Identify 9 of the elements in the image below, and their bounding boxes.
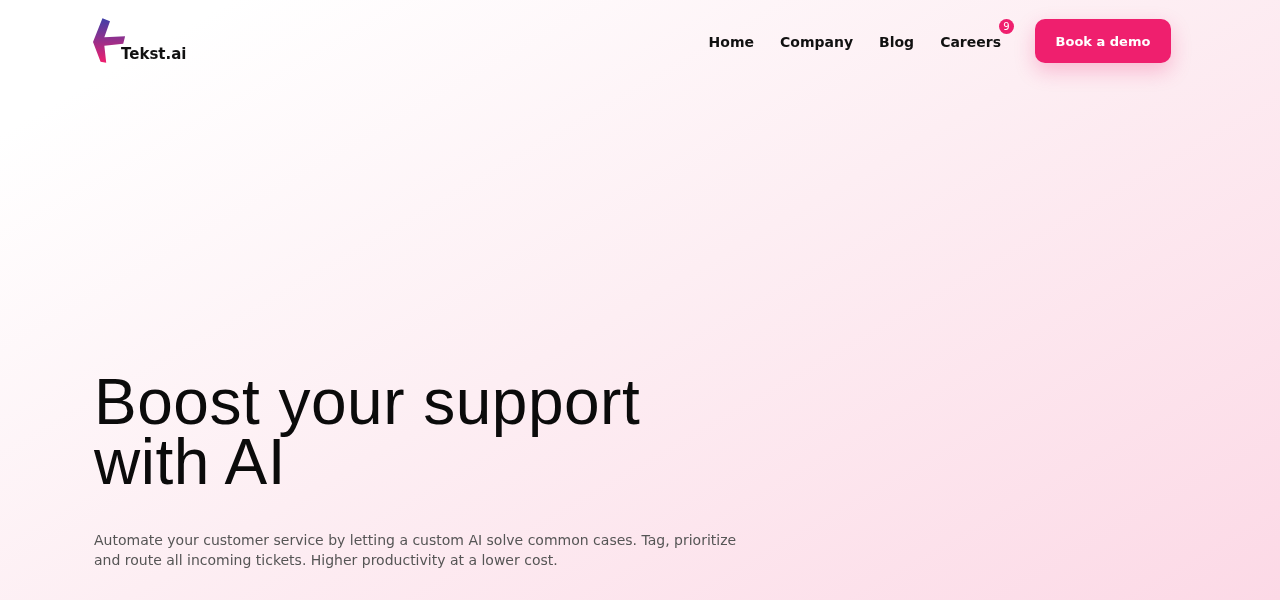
nav-link[interactable]: Home [708, 33, 754, 50]
nav-link[interactable]: Careers [940, 33, 1001, 50]
book-demo-button[interactable]: Book a demo [1035, 19, 1171, 63]
hero-subtitle: Automate your customer service by letting a custom AI solve common cases. Tag, prioritize and route all incoming tickets. Higher productivity at a lower cost. [94, 531, 738, 570]
hero-title: Boost your support with AI [94, 372, 642, 492]
nav-link[interactable]: Blog [879, 33, 915, 50]
count-badge: 9 [999, 18, 1014, 34]
nav-link[interactable]: Company [780, 33, 854, 50]
logo-text[interactable]: Tekst.ai [121, 45, 187, 63]
